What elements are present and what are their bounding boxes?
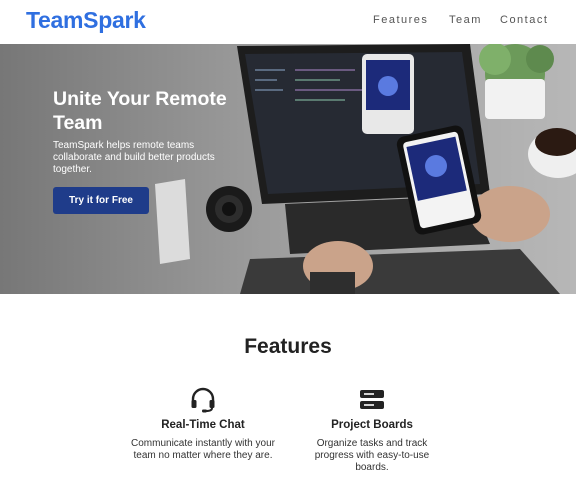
server-icon [360, 390, 384, 409]
feature-card-boards: Project Boards Organize tasks and track … [297, 387, 447, 474]
feature-description: Organize tasks and track progress with e… [314, 438, 430, 473]
logo[interactable]: TeamSpark [26, 7, 146, 34]
feature-name: Project Boards [331, 419, 413, 431]
headset-icon [191, 387, 215, 413]
hero-section: Unite Your Remote Team TeamSpark helps r… [0, 44, 576, 294]
feature-card-chat: Real-Time Chat Communicate instantly wit… [128, 387, 278, 462]
hero-title: Unite Your Remote Team [53, 88, 227, 134]
site-header: TeamSpark Features Team Contact [0, 0, 576, 44]
features-heading: Features [244, 335, 332, 358]
nav-link-team[interactable]: Team [449, 14, 482, 26]
nav-link-contact[interactable]: Contact [500, 14, 548, 26]
feature-description: Communicate instantly with your team no … [131, 438, 275, 461]
nav-link-features[interactable]: Features [373, 14, 428, 26]
try-free-button[interactable]: Try it for Free [53, 187, 149, 214]
feature-name: Real-Time Chat [161, 419, 245, 431]
hero-subtitle: TeamSpark helps remote teams collaborate… [53, 140, 215, 175]
